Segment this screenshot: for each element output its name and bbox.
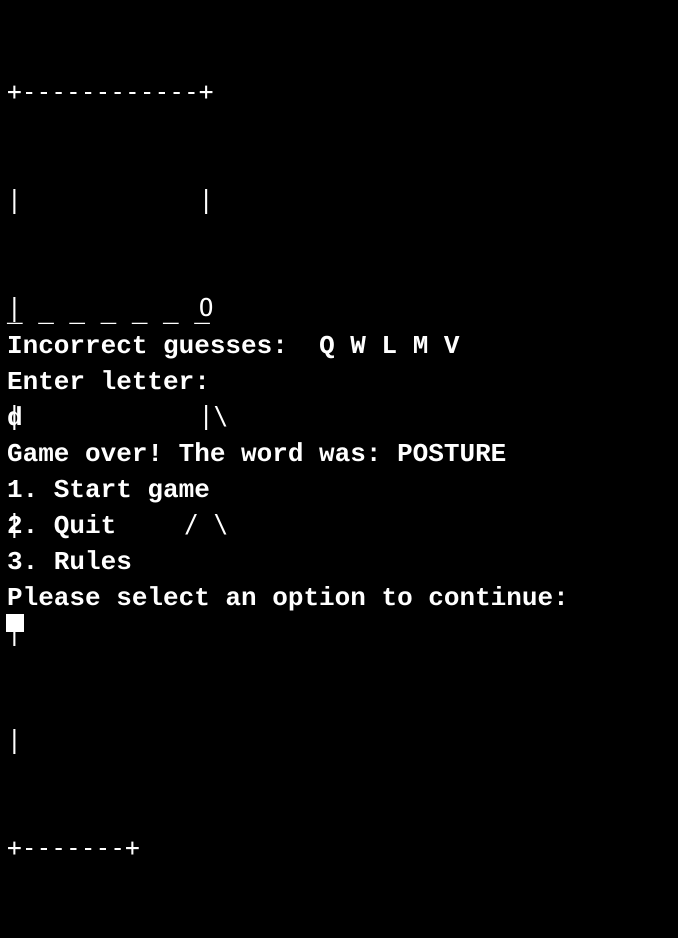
game-over-message: Game over! The word was: POSTURE bbox=[7, 439, 507, 469]
gallows-line: +-------+ bbox=[7, 833, 140, 862]
incorrect-guesses-label: Incorrect guesses: bbox=[7, 331, 288, 361]
gallows-line: +------------+ bbox=[7, 77, 214, 106]
menu-select-prompt: Please select an option to continue: bbox=[7, 583, 569, 613]
incorrect-guesses-line: Incorrect guesses: Q W L M V bbox=[7, 328, 460, 364]
gallows-line: | |\ bbox=[7, 401, 229, 430]
enter-letter-prompt: Enter letter: bbox=[7, 367, 210, 397]
menu-option-start-game: 1. Start game bbox=[7, 475, 210, 505]
menu-option-quit: 2. Quit bbox=[7, 511, 117, 541]
word-blanks: _ _ _ _ _ _ _ bbox=[7, 299, 210, 329]
gallows-line: | | bbox=[7, 185, 214, 214]
menu-option-rules: 3. Rules bbox=[7, 547, 132, 577]
gallows-line: | bbox=[7, 614, 228, 650]
terminal-window[interactable]: +------------+ | | | O | |\ | / \ | | +-… bbox=[0, 0, 678, 862]
incorrect-guesses-letters: Q W L M V bbox=[319, 331, 460, 361]
user-input-echo: d bbox=[7, 403, 23, 433]
gallows-line: | bbox=[7, 725, 22, 754]
text-cursor[interactable] bbox=[6, 614, 24, 632]
